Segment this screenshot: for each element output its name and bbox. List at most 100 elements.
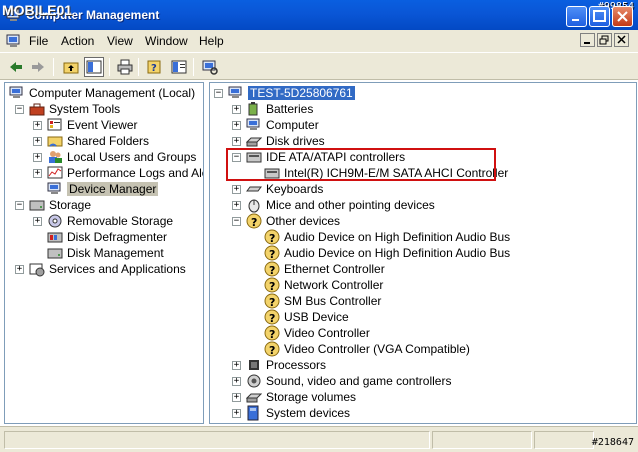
- scan-hardware-button[interactable]: [200, 57, 220, 77]
- keyboard-icon: [246, 186, 262, 192]
- expand-toggle[interactable]: +: [33, 137, 42, 146]
- battery-icon: [248, 102, 258, 116]
- status-segment: [4, 431, 430, 449]
- expand-toggle[interactable]: +: [232, 137, 241, 146]
- device-category-label: Computer: [266, 118, 319, 132]
- status-segment: [432, 431, 532, 449]
- menu-window[interactable]: Window: [145, 34, 188, 48]
- device-category-label: System devices: [266, 406, 351, 420]
- console-tree-pane[interactable]: Computer Management (Local) − System Too…: [4, 82, 204, 424]
- tree-system-tools-label: System Tools: [49, 102, 121, 116]
- storage-volume-icon: [246, 393, 262, 403]
- expand-toggle[interactable]: +: [232, 185, 241, 194]
- device-label: Audio Device on High Definition Audio Bu…: [284, 246, 511, 260]
- tree-shared-folders-label: Shared Folders: [67, 134, 150, 148]
- tree-disk-defrag-label: Disk Defragmenter: [67, 230, 168, 244]
- device-label: Audio Device on High Definition Audio Bu…: [284, 230, 511, 244]
- expand-toggle[interactable]: +: [232, 105, 241, 114]
- console-tree-icon: [86, 60, 102, 74]
- forward-button[interactable]: [28, 57, 48, 77]
- minimize-icon: [572, 19, 579, 21]
- help-icon: ?: [147, 60, 161, 74]
- expand-toggle[interactable]: +: [232, 121, 241, 130]
- collapse-toggle[interactable]: −: [15, 105, 24, 114]
- device-label: Video Controller (VGA Compatible): [284, 342, 470, 356]
- restore-icon: [599, 35, 609, 45]
- performance-chart-icon: [47, 166, 63, 179]
- removable-storage-icon: [48, 214, 62, 228]
- svg-text:?: ?: [269, 328, 275, 341]
- device-manager-icon: [47, 182, 61, 194]
- tree-perf-logs-label: Performance Logs and Alerts: [67, 166, 203, 180]
- back-button[interactable]: [6, 57, 26, 77]
- expand-toggle[interactable]: +: [15, 265, 24, 274]
- svg-text:?: ?: [269, 232, 275, 245]
- minimize-button[interactable]: [566, 6, 587, 27]
- maximize-icon: [593, 10, 606, 22]
- menu-help[interactable]: Help: [199, 34, 224, 48]
- toolbar-separator: [138, 58, 139, 76]
- close-button[interactable]: [612, 6, 633, 27]
- processor-icon: [249, 360, 259, 370]
- defragmenter-icon: [47, 232, 63, 243]
- expand-toggle[interactable]: +: [232, 393, 241, 402]
- unknown-device-warning-icon: ?: [264, 293, 280, 309]
- svg-text:?: ?: [269, 344, 275, 357]
- device-category-label: Storage volumes: [266, 390, 357, 404]
- annotation-highlight-box: [226, 148, 496, 181]
- up-one-level-button[interactable]: [61, 57, 81, 77]
- toolbar-separator: [193, 58, 194, 76]
- device-category-label: Processors: [266, 358, 327, 372]
- properties-icon: [171, 60, 187, 74]
- tree-disk-mgmt-label: Disk Management: [67, 246, 164, 260]
- system-devices-icon: [247, 405, 259, 421]
- properties-button[interactable]: [169, 57, 189, 77]
- svg-text:?: ?: [269, 248, 275, 261]
- toolbar: ?: [0, 52, 638, 80]
- unknown-device-warning-icon: ?: [264, 245, 280, 261]
- menu-action[interactable]: Action: [61, 34, 94, 48]
- expand-toggle[interactable]: +: [33, 217, 42, 226]
- device-root-label: TEST-5D25806761: [248, 86, 355, 100]
- expand-toggle[interactable]: +: [232, 409, 241, 418]
- menu-view[interactable]: View: [107, 34, 133, 48]
- device-tree-pane[interactable]: − TEST-5D25806761 + Batteries + Computer…: [209, 82, 637, 424]
- mdi-close-button[interactable]: [614, 33, 629, 47]
- collapse-toggle[interactable]: −: [214, 89, 223, 98]
- mmc-document-icon[interactable]: [6, 33, 22, 49]
- device-label: Ethernet Controller: [284, 262, 385, 276]
- watermark-logo: MOBILE01: [2, 2, 73, 18]
- mdi-restore-button[interactable]: [597, 33, 612, 47]
- expand-toggle[interactable]: +: [232, 361, 241, 370]
- minimize-icon: [584, 42, 590, 44]
- expand-toggle[interactable]: +: [33, 153, 42, 162]
- status-segment: [534, 431, 594, 449]
- disk-drive-icon: [246, 137, 262, 147]
- printer-icon: [117, 59, 133, 75]
- svg-text:?: ?: [251, 216, 257, 229]
- tree-local-users-label: Local Users and Groups: [67, 150, 197, 164]
- expand-toggle[interactable]: +: [232, 377, 241, 386]
- tree-root-label: Computer Management (Local): [29, 86, 196, 100]
- help-button[interactable]: ?: [145, 57, 165, 77]
- mdi-minimize-button[interactable]: [580, 33, 595, 47]
- svg-text:?: ?: [151, 63, 157, 74]
- show-hide-console-tree-button[interactable]: [84, 57, 104, 77]
- svg-text:?: ?: [269, 296, 275, 309]
- menu-file[interactable]: File: [29, 34, 48, 48]
- expand-toggle[interactable]: +: [33, 169, 42, 178]
- toolbox-icon: [29, 103, 45, 116]
- expand-toggle[interactable]: +: [33, 121, 42, 130]
- print-button[interactable]: [115, 57, 135, 77]
- toolbar-separator: [53, 58, 54, 76]
- maximize-button[interactable]: [589, 6, 610, 27]
- event-viewer-icon: [47, 118, 62, 131]
- title-bar[interactable]: Computer Management MOBILE01 #99854: [0, 0, 638, 30]
- menu-bar: File Action View Window Help: [0, 30, 638, 52]
- expand-toggle[interactable]: +: [232, 201, 241, 210]
- unknown-device-warning-icon: ?: [264, 277, 280, 293]
- shared-folder-icon: [47, 136, 63, 147]
- storage-icon: [29, 200, 45, 211]
- collapse-toggle[interactable]: −: [15, 201, 24, 210]
- collapse-toggle[interactable]: −: [232, 217, 241, 226]
